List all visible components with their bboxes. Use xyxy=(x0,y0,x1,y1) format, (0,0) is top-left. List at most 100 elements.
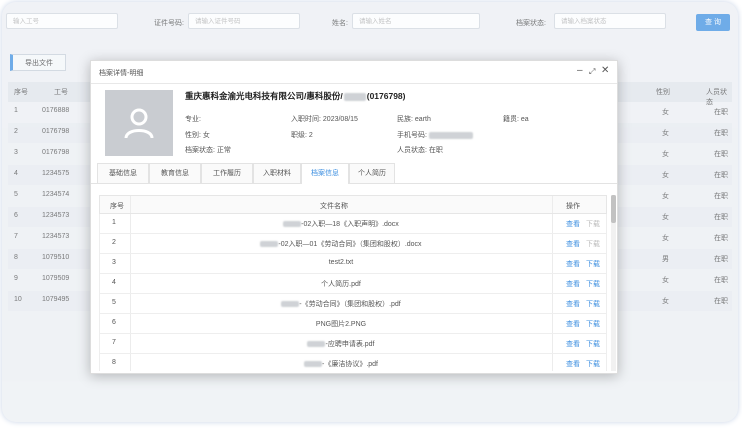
cell-seq: 1 xyxy=(14,107,18,114)
download-link[interactable]: 下载 xyxy=(586,239,600,249)
download-link[interactable]: 下载 xyxy=(586,299,600,309)
cell-status: 在职 xyxy=(714,130,728,137)
nation-value: earth xyxy=(414,116,431,123)
file-name: -应聘申请表.pdf xyxy=(325,341,375,348)
app-frame: 输入工号 证件号码: 请输入证件号码 姓名: 请输入姓名 档案状态: 请输入档案… xyxy=(2,2,738,422)
archive-status-field: 档案状态: 正常 xyxy=(185,145,231,155)
cell-status: 在职 xyxy=(714,193,728,200)
file-name: -02入职—18《入职声明》.docx xyxy=(301,221,399,228)
archive-detail-dialog: 档案详情-明细 – ⤢ ✕ 重庆惠科金渝光电科技有限公司/惠科股份/ (01767… xyxy=(90,60,618,374)
id-number-input[interactable]: 请输入证件号码 xyxy=(188,13,300,29)
view-link[interactable]: 查看 xyxy=(566,299,580,309)
download-link[interactable]: 下载 xyxy=(586,359,600,369)
redacted-name xyxy=(343,92,366,101)
view-link[interactable]: 查看 xyxy=(566,319,580,329)
cell-seq: 4 xyxy=(14,170,18,177)
cell-emp-no: 1234573 xyxy=(42,233,70,240)
person-status-label: 人员状态: xyxy=(397,147,427,154)
entry-date-field: 入职时间: 2023/08/15 xyxy=(291,114,358,124)
redacted-name xyxy=(260,241,279,248)
tab-5[interactable]: 个人简历 xyxy=(349,163,395,183)
download-link[interactable]: 下载 xyxy=(586,319,600,329)
cell-emp-no: 0176798 xyxy=(42,128,70,135)
close-icon[interactable]: ✕ xyxy=(601,66,609,76)
download-link[interactable]: 下载 xyxy=(586,219,600,229)
download-link[interactable]: 下载 xyxy=(586,279,600,289)
redacted-name xyxy=(303,361,322,368)
file-name: test2.txt xyxy=(328,259,354,266)
entry-date-label: 入职时间: xyxy=(291,116,321,123)
file-name-cell: 个人简历.pdf xyxy=(130,279,552,289)
view-link[interactable]: 查看 xyxy=(566,279,580,289)
cell-seq: 7 xyxy=(14,233,18,240)
minimize-icon[interactable]: – xyxy=(577,66,583,76)
cell-emp-no: 1234574 xyxy=(42,191,70,198)
user-icon xyxy=(124,108,154,139)
file-row: 5 -《劳动合同》（集团和股权）.pdf 查看 下载 xyxy=(99,294,607,314)
cell-status: 在职 xyxy=(714,214,728,221)
cell-emp-no: 1234573 xyxy=(42,212,70,219)
name-input[interactable]: 请输入姓名 xyxy=(352,13,480,29)
file-seq: 6 xyxy=(112,319,116,326)
maximize-icon[interactable]: ⤢ xyxy=(589,67,595,77)
employee-code: (0176798) xyxy=(366,91,406,101)
archive-status-input[interactable]: 请输入档案状态 xyxy=(554,13,666,29)
cell-gender: 女 xyxy=(662,277,669,284)
cell-status: 在职 xyxy=(714,298,728,305)
header-gender: 性别 xyxy=(656,89,670,96)
cell-gender: 女 xyxy=(662,298,669,305)
file-name: -《劳动合同》（集团和股权）.pdf xyxy=(299,301,401,308)
redacted-phone xyxy=(428,131,473,139)
dialog-header: 档案详情-明细 – ⤢ ✕ xyxy=(91,61,617,84)
table-scrollbar[interactable] xyxy=(611,195,616,371)
view-link[interactable]: 查看 xyxy=(566,259,580,269)
archive-status-value: 正常 xyxy=(216,147,231,154)
cell-gender: 女 xyxy=(662,109,669,116)
file-row: 6 PNG图片2.PNG 查看 下载 xyxy=(99,314,607,334)
scrollbar-thumb[interactable] xyxy=(611,195,616,223)
file-name: -02入职—01《劳动合同》（集团和股权）.docx xyxy=(278,241,422,248)
view-link[interactable]: 查看 xyxy=(566,339,580,349)
gender-field: 性别: 女 xyxy=(185,130,210,140)
tab-0[interactable]: 基础信息 xyxy=(97,163,149,183)
search-bar: 输入工号 证件号码: 请输入证件号码 姓名: 请输入姓名 档案状态: 请输入档案… xyxy=(2,12,738,36)
cell-gender: 女 xyxy=(662,235,669,242)
view-link[interactable]: 查看 xyxy=(566,239,580,249)
file-row: 1 -02入职—18《入职声明》.docx 查看 下载 xyxy=(99,214,607,234)
file-name: 个人简历.pdf xyxy=(321,281,361,288)
tab-4[interactable]: 档案信息 xyxy=(301,163,349,184)
nation-label: 民族: xyxy=(397,116,413,123)
download-link[interactable]: 下载 xyxy=(586,259,600,269)
cell-status: 在职 xyxy=(714,256,728,263)
origin-value: ea xyxy=(520,116,529,123)
tab-2[interactable]: 工作履历 xyxy=(201,163,253,183)
file-row: 3 test2.txt 查看 下载 xyxy=(99,254,607,274)
tab-3[interactable]: 入职材料 xyxy=(253,163,301,183)
file-seq: 2 xyxy=(112,239,116,246)
view-link[interactable]: 查看 xyxy=(566,359,580,369)
download-link[interactable]: 下载 xyxy=(586,339,600,349)
major-label: 专业: xyxy=(185,116,201,123)
cell-status: 在职 xyxy=(714,277,728,284)
cell-status: 在职 xyxy=(714,151,728,158)
header-seq: 序号 xyxy=(110,203,124,210)
file-seq: 1 xyxy=(112,219,116,226)
file-seq: 7 xyxy=(112,339,116,346)
query-button[interactable]: 查 询 xyxy=(696,14,730,31)
tab-1[interactable]: 教育信息 xyxy=(149,163,201,183)
cell-emp-no: 0176888 xyxy=(42,107,70,114)
cell-gender: 男 xyxy=(662,256,669,263)
phone-label: 手机号码: xyxy=(397,132,427,139)
rank-field: 职级: 2 xyxy=(291,130,313,140)
export-file-button[interactable]: 导出文件 xyxy=(10,54,66,71)
file-name: PNG图片2.PNG xyxy=(315,321,367,328)
company-name: 重庆惠科金渝光电科技有限公司/惠科股份/ xyxy=(185,91,343,101)
file-row: 7 -应聘申请表.pdf 查看 下载 xyxy=(99,334,607,354)
view-link[interactable]: 查看 xyxy=(566,219,580,229)
entry-date-value: 2023/08/15 xyxy=(322,116,358,123)
cell-seq: 3 xyxy=(14,149,18,156)
employee-number-input[interactable]: 输入工号 xyxy=(6,13,118,29)
file-row: 2 -02入职—01《劳动合同》（集团和股权）.docx 查看 下载 xyxy=(99,234,607,254)
file-row: 8 -《廉洁协议》.pdf 查看 下载 xyxy=(99,354,607,371)
cell-status: 在职 xyxy=(714,235,728,242)
